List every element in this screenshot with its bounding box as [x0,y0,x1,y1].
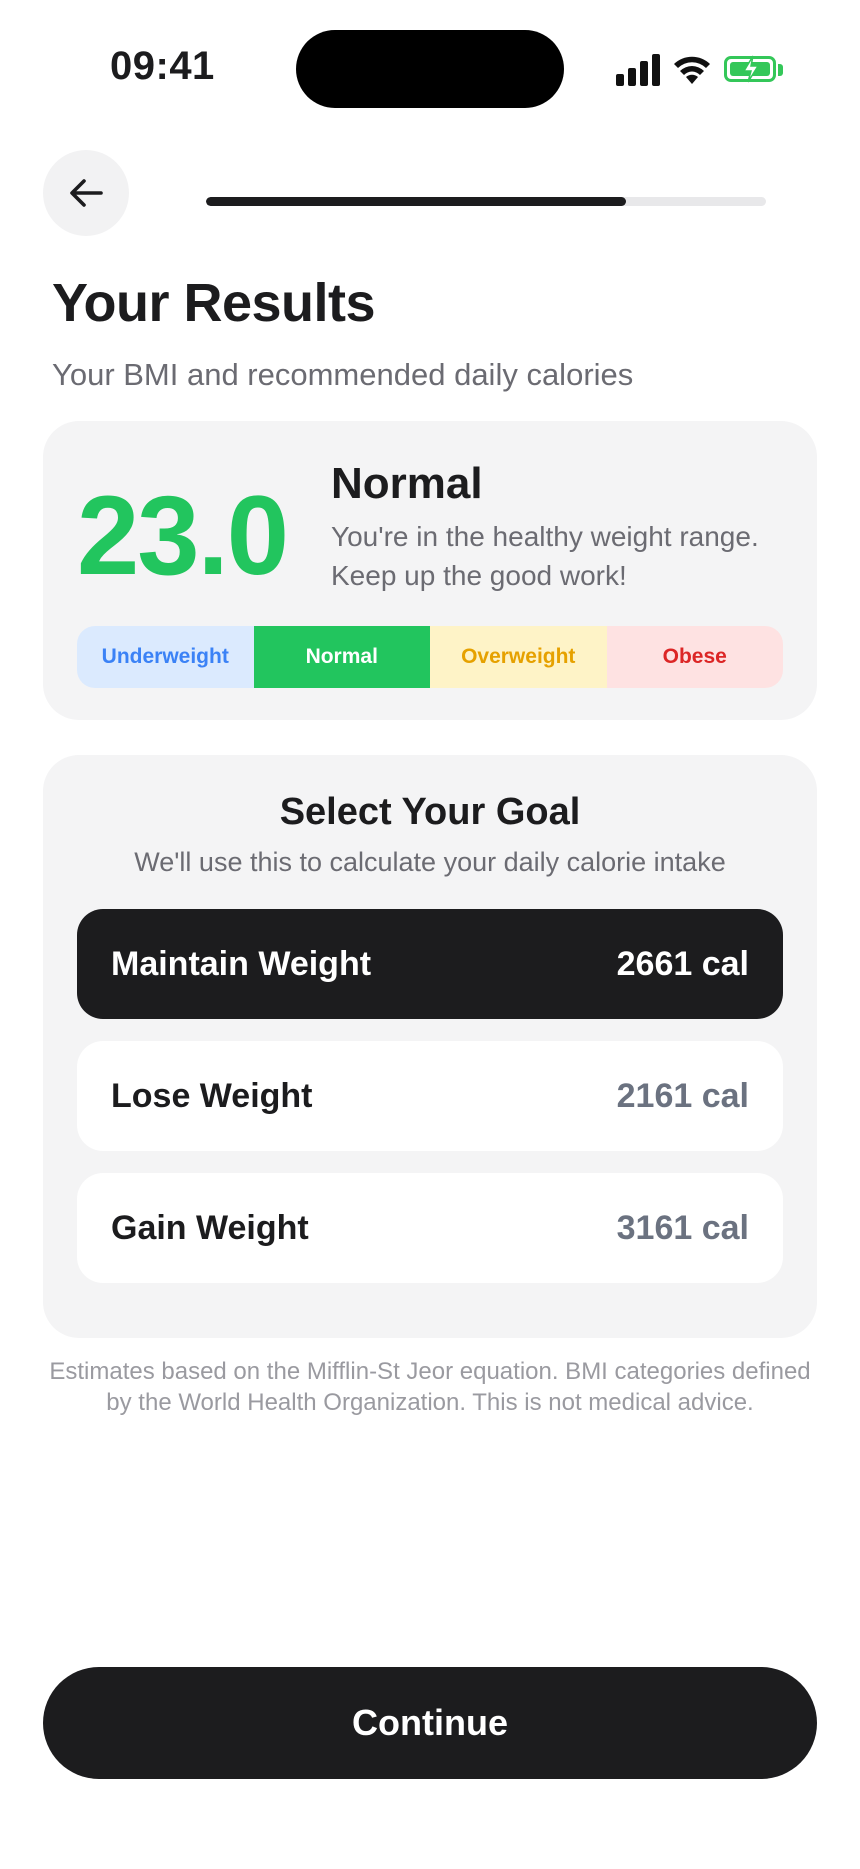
dynamic-island [296,30,564,108]
bmi-value: 23.0 [77,473,289,598]
goal-option-calories: 2161 cal [616,1076,749,1115]
bmi-scale-underweight: Underweight [77,626,254,688]
goal-option-maintain-weight[interactable]: Maintain Weight 2661 cal [77,909,783,1019]
onboarding-progress-bar [206,197,766,206]
bmi-card: 23.0 Normal You're in the healthy weight… [43,421,817,720]
bmi-scale-normal: Normal [253,626,430,688]
bmi-scale-overweight: Overweight [430,626,607,688]
disclaimer-text: Estimates based on the Mifflin-St Jeor e… [49,1358,811,1416]
results-screen: 09:41 Your Results Your BMI and recommen… [0,0,860,1869]
back-button[interactable] [43,150,129,236]
arrow-left-icon [70,179,103,207]
bmi-scale-obese: Obese [606,626,783,688]
progress-fill [206,197,626,206]
goal-title: Select Your Goal [279,791,581,833]
goal-card: Select Your Goal We'll use this to calcu… [43,755,817,1338]
status-time: 09:41 [110,44,215,88]
goal-option-label: Maintain Weight [111,944,372,983]
goal-option-calories: 2661 cal [616,944,749,983]
goal-option-calories: 3161 cal [616,1208,749,1247]
page-title: Your Results [52,273,376,333]
goal-option-label: Gain Weight [111,1208,309,1247]
bmi-category: Normal [331,459,483,508]
battery-charging-icon [724,55,776,83]
goal-option-gain-weight[interactable]: Gain Weight 3161 cal [77,1173,783,1283]
signal-icon [616,52,660,86]
bmi-description: You're in the healthy weight range. Keep… [331,521,759,591]
goal-option-label: Lose Weight [111,1076,313,1115]
goal-subtitle: We'll use this to calculate your daily c… [134,847,726,877]
wifi-icon [674,56,710,84]
battery-cap [778,64,783,76]
continue-button[interactable]: Continue [43,1667,817,1779]
goal-option-lose-weight[interactable]: Lose Weight 2161 cal [77,1041,783,1151]
page-subtitle: Your BMI and recommended daily calories [52,357,634,392]
bmi-scale: Underweight Normal Overweight Obese [77,626,783,688]
